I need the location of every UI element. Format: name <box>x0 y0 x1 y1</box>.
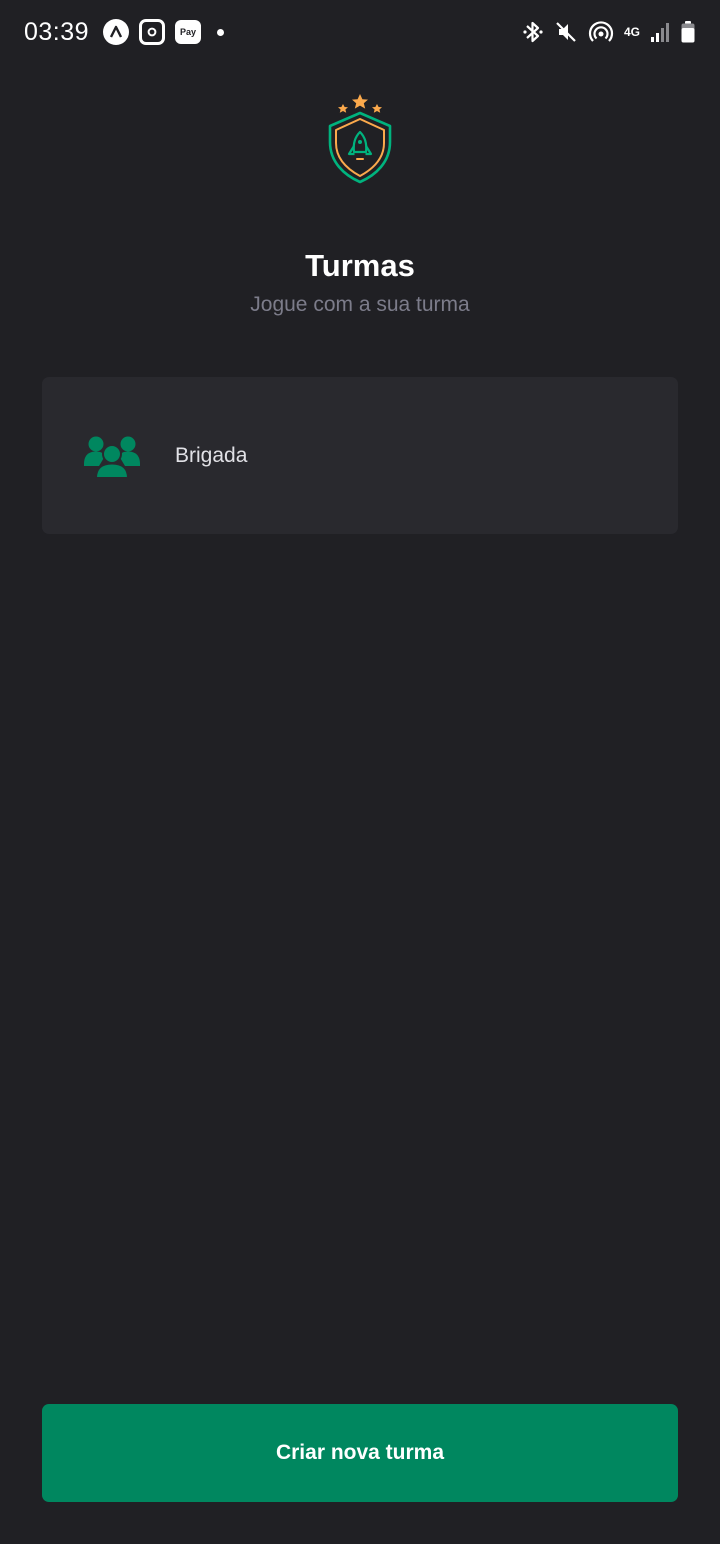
instagram-icon <box>139 19 166 45</box>
signal-icon <box>650 21 670 43</box>
status-time: 03:39 <box>24 17 90 46</box>
page-subtitle: Jogue com a sua turma <box>250 293 470 316</box>
battery-icon <box>680 20 696 44</box>
create-class-button[interactable]: Criar nova turma <box>42 1404 678 1502</box>
class-name: Brigada <box>175 443 248 467</box>
notification-dot-icon <box>217 28 225 36</box>
hotspot-icon <box>588 19 614 45</box>
network-type-icon: 4G <box>623 24 640 39</box>
rocket-shield-logo <box>328 94 392 184</box>
pay-icon: Pay <box>175 20 202 44</box>
mute-icon <box>554 20 578 44</box>
bluetooth-icon <box>522 19 544 45</box>
screen: 03:39 Pay 4G Turmas Jogue com a sua turm… <box>0 0 720 1544</box>
network-type-label: 4G <box>623 24 640 39</box>
status-right: 4G <box>522 19 696 45</box>
status-left: 03:39 Pay <box>24 17 225 47</box>
class-card-brigada[interactable]: Brigada <box>42 377 678 534</box>
letter-a-app-icon <box>103 19 130 45</box>
users-group-icon <box>84 436 140 478</box>
page-title: Turmas <box>305 248 415 283</box>
status-bar: 03:39 Pay 4G <box>0 0 720 64</box>
